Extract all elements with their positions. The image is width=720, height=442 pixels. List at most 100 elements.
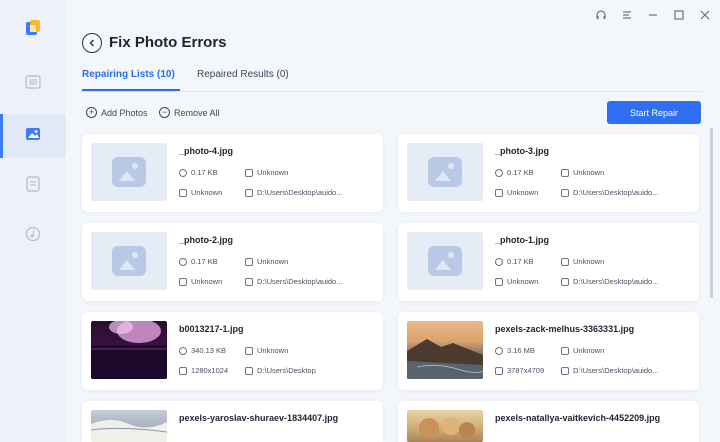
format-icon xyxy=(245,257,253,266)
resolution-icon xyxy=(495,277,503,286)
file-card[interactable]: pexels-yaroslav-shuraev-1834407.jpg xyxy=(82,401,383,442)
tab-repairing-lists[interactable]: Repairing Lists (10) xyxy=(82,69,175,80)
file-card[interactable]: b0013217-1.jpg 340.13 KB Unknown 1280x10… xyxy=(82,312,383,390)
format-icon xyxy=(561,168,569,177)
size-icon xyxy=(179,257,187,266)
photo-thumbnail xyxy=(407,410,483,442)
audio-icon xyxy=(25,226,41,247)
image-placeholder-icon xyxy=(112,246,146,276)
remove-all-button[interactable]: − Remove All xyxy=(159,107,220,118)
photo-placeholder-thumbnail xyxy=(407,143,483,201)
file-format: Unknown xyxy=(573,257,605,266)
folder-icon xyxy=(561,366,569,375)
format-icon xyxy=(561,346,569,355)
tab-divider xyxy=(82,91,702,92)
video-icon xyxy=(25,74,41,94)
minimize-icon[interactable] xyxy=(646,8,660,22)
resolution-icon xyxy=(179,366,187,375)
folder-icon xyxy=(245,188,253,197)
start-repair-button[interactable]: Start Repair xyxy=(607,101,701,124)
window-controls xyxy=(594,8,712,22)
file-name: b0013217-1.jpg xyxy=(179,324,244,334)
image-placeholder-icon xyxy=(112,157,146,187)
resolution-icon xyxy=(495,366,503,375)
photo-thumbnail xyxy=(91,410,167,442)
maximize-icon[interactable] xyxy=(672,8,686,22)
folder-icon xyxy=(245,366,253,375)
add-photos-button[interactable]: + Add Photos xyxy=(86,107,148,118)
photo-placeholder-thumbnail xyxy=(91,143,167,201)
file-path: D:\Users\Desktop\auido... xyxy=(257,277,343,286)
file-path: D:\Users\Desktop\auido... xyxy=(573,366,659,375)
scrollbar[interactable] xyxy=(710,128,713,298)
file-name: pexels-zack-melhus-3363331.jpg xyxy=(495,324,635,334)
sidebar-item-audio[interactable] xyxy=(0,214,66,258)
folder-icon xyxy=(561,188,569,197)
sidebar xyxy=(0,0,66,442)
file-path: D:\Users\Desktop\auido... xyxy=(573,277,659,286)
photo-thumbnail xyxy=(407,321,483,379)
file-size: 340.13 KB xyxy=(191,346,227,355)
file-resolution: Unknown xyxy=(191,188,223,197)
file-size: 0.17 KB xyxy=(507,168,534,177)
file-path: D:\Users\Desktop\auido... xyxy=(573,188,659,197)
file-card[interactable]: _photo-4.jpg 0.17 KB Unknown Unknown D:\… xyxy=(82,134,383,212)
remove-all-label: Remove All xyxy=(174,107,220,118)
chevron-left-icon xyxy=(89,39,94,47)
sidebar-item-document[interactable] xyxy=(0,164,66,208)
file-resolution: Unknown xyxy=(507,277,539,286)
format-icon xyxy=(561,257,569,266)
file-card[interactable]: pexels-zack-melhus-3363331.jpg 3.16 MB U… xyxy=(398,312,699,390)
file-format: Unknown xyxy=(573,346,605,355)
photo-thumbnail xyxy=(91,321,167,379)
active-tab-indicator xyxy=(82,89,180,91)
size-icon xyxy=(179,346,187,355)
photo-placeholder-thumbnail xyxy=(91,232,167,290)
file-card[interactable]: _photo-2.jpg 0.17 KB Unknown Unknown D:\… xyxy=(82,223,383,301)
add-photos-label: Add Photos xyxy=(101,107,148,118)
size-icon xyxy=(495,257,503,266)
file-name: pexels-yaroslav-shuraev-1834407.jpg xyxy=(179,413,339,423)
sidebar-item-video[interactable] xyxy=(0,62,66,106)
back-button[interactable] xyxy=(82,33,102,53)
sidebar-item-photo[interactable] xyxy=(0,114,66,158)
file-path: D:\Users\Desktop xyxy=(257,366,316,375)
headset-icon[interactable] xyxy=(594,8,608,22)
resolution-icon xyxy=(179,188,187,197)
menu-icon[interactable] xyxy=(620,8,634,22)
file-name: _photo-4.jpg xyxy=(179,146,233,156)
tab-repaired-results[interactable]: Repaired Results (0) xyxy=(197,69,289,80)
size-icon xyxy=(495,346,503,355)
file-format: Unknown xyxy=(573,168,605,177)
file-format: Unknown xyxy=(257,257,289,266)
file-resolution: 3787x4709 xyxy=(507,366,545,375)
file-resolution: Unknown xyxy=(507,188,539,197)
photo-icon xyxy=(25,127,41,146)
close-icon[interactable] xyxy=(698,8,712,22)
file-name: _photo-2.jpg xyxy=(179,235,233,245)
resolution-icon xyxy=(179,277,187,286)
format-icon xyxy=(245,346,253,355)
file-card[interactable]: pexels-natallya-vaitkevich-4452209.jpg xyxy=(398,401,699,442)
file-format: Unknown xyxy=(257,346,289,355)
file-size: 0.17 KB xyxy=(191,257,218,266)
file-format: Unknown xyxy=(257,168,289,177)
size-icon xyxy=(495,168,503,177)
folder-icon xyxy=(561,277,569,286)
file-size: 0.17 KB xyxy=(507,257,534,266)
file-name: _photo-3.jpg xyxy=(495,146,549,156)
resolution-icon xyxy=(495,188,503,197)
folder-icon xyxy=(245,277,253,286)
file-name: pexels-natallya-vaitkevich-4452209.jpg xyxy=(495,413,661,423)
page-title: Fix Photo Errors xyxy=(109,34,227,51)
size-icon xyxy=(179,168,187,177)
format-icon xyxy=(245,168,253,177)
file-card[interactable]: _photo-1.jpg 0.17 KB Unknown Unknown D:\… xyxy=(398,223,699,301)
file-card[interactable]: _photo-3.jpg 0.17 KB Unknown Unknown D:\… xyxy=(398,134,699,212)
document-icon xyxy=(26,175,40,197)
plus-icon: + xyxy=(86,107,97,118)
minus-icon: − xyxy=(159,107,170,118)
file-resolution: 1280x1024 xyxy=(191,366,229,375)
photo-placeholder-thumbnail xyxy=(407,232,483,290)
file-size: 3.16 MB xyxy=(507,346,535,355)
